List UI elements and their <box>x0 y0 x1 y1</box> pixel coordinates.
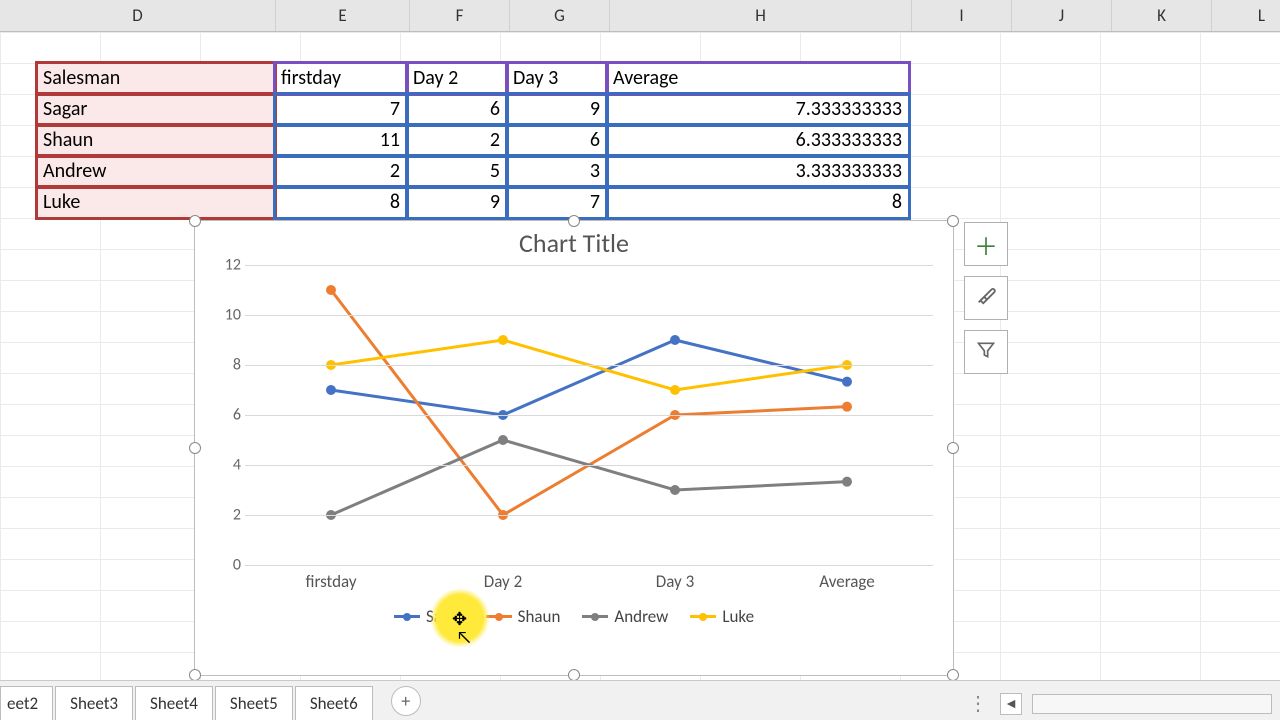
ytick: 10 <box>205 306 241 325</box>
header-average[interactable]: Average <box>607 63 909 94</box>
resize-handle[interactable] <box>947 215 959 227</box>
value-cell[interactable]: 7 <box>275 94 407 125</box>
value-cell[interactable]: 8 <box>607 187 909 218</box>
sheet-tab[interactable]: eet2 <box>0 686 53 720</box>
name-cell[interactable]: Shaun <box>37 125 275 156</box>
col-header-F[interactable]: F <box>410 0 510 31</box>
funnel-icon <box>976 338 996 367</box>
triangle-left-icon: ◄ <box>1004 695 1018 712</box>
table-row[interactable]: Sagar 7 6 9 7.333333333 <box>37 94 909 125</box>
resize-handle[interactable] <box>568 215 580 227</box>
swatch-icon <box>690 615 716 618</box>
header-salesman[interactable]: Salesman <box>37 63 275 94</box>
table-row[interactable]: Shaun 11 2 6 6.333333333 <box>37 125 909 156</box>
col-header-L[interactable]: L <box>1212 0 1280 31</box>
legend-label: Luke <box>722 606 754 627</box>
value-cell[interactable]: 5 <box>407 156 507 187</box>
col-header-I[interactable]: I <box>912 0 1012 31</box>
ytick: 0 <box>205 556 241 575</box>
plot-area[interactable]: 024681012 <box>245 265 933 565</box>
chart-side-buttons: ＋ <box>964 222 1008 374</box>
swatch-icon <box>582 615 608 618</box>
resize-handle[interactable] <box>947 442 959 454</box>
header-day2[interactable]: Day 2 <box>407 63 507 94</box>
value-cell[interactable]: 6 <box>407 94 507 125</box>
chart-filter-button[interactable] <box>964 330 1008 374</box>
value-cell[interactable]: 7.333333333 <box>607 94 909 125</box>
legend-label: Shaun <box>518 606 561 627</box>
xtick: Day 2 <box>417 571 589 592</box>
resize-handle[interactable] <box>189 215 201 227</box>
sheet-tab[interactable]: Sheet5 <box>215 686 293 720</box>
legend-label: Sagar <box>426 606 464 627</box>
data-table[interactable]: Salesman firstday Day 2 Day 3 Average Sa… <box>36 62 909 218</box>
hscroll-track[interactable] <box>1032 694 1272 714</box>
ytick: 2 <box>205 506 241 525</box>
name-cell[interactable]: Luke <box>37 187 275 218</box>
value-cell[interactable]: 11 <box>275 125 407 156</box>
sheet-tab[interactable]: Sheet3 <box>55 686 133 720</box>
value-cell[interactable]: 8 <box>275 187 407 218</box>
value-cell[interactable]: 9 <box>407 187 507 218</box>
sheet-tabstrip: eet2 Sheet3 Sheet4 Sheet5 Sheet6 + ⋮ ◄ <box>0 680 1280 720</box>
swatch-icon <box>486 615 512 618</box>
table-row[interactable]: Andrew 2 5 3 3.333333333 <box>37 156 909 187</box>
col-header-D[interactable]: D <box>0 0 276 31</box>
plus-icon: + <box>401 690 410 712</box>
chart-add-element-button[interactable]: ＋ <box>964 222 1008 266</box>
ytick: 6 <box>205 406 241 425</box>
resize-handle[interactable] <box>189 442 201 454</box>
value-cell[interactable]: 7 <box>507 187 607 218</box>
legend[interactable]: Sagar Shaun Andrew Luke <box>195 606 953 627</box>
value-cell[interactable]: 6 <box>507 125 607 156</box>
x-axis: firstday Day 2 Day 3 Average <box>245 571 933 592</box>
legend-entry[interactable]: Shaun <box>486 606 561 627</box>
ytick: 8 <box>205 356 241 375</box>
plus-icon: ＋ <box>974 227 998 262</box>
sheet-tab[interactable]: Sheet4 <box>135 686 213 720</box>
table-row[interactable]: Luke 8 9 7 8 <box>37 187 909 218</box>
tab-overflow-icon[interactable]: ⋮ <box>968 691 990 716</box>
col-header-J[interactable]: J <box>1012 0 1112 31</box>
legend-label: Andrew <box>614 606 668 627</box>
chart-object[interactable]: Chart Title 024681012 firstday Day 2 Day… <box>194 220 954 676</box>
header-firstday[interactable]: firstday <box>275 63 407 94</box>
name-cell[interactable]: Andrew <box>37 156 275 187</box>
swatch-icon <box>394 615 420 618</box>
chart-title[interactable]: Chart Title <box>195 221 953 261</box>
col-header-E[interactable]: E <box>276 0 410 31</box>
hscroll-left-button[interactable]: ◄ <box>1000 693 1022 715</box>
value-cell[interactable]: 2 <box>275 156 407 187</box>
ytick: 12 <box>205 256 241 275</box>
col-header-H[interactable]: H <box>610 0 912 31</box>
brush-icon <box>975 284 997 313</box>
value-cell[interactable]: 6.333333333 <box>607 125 909 156</box>
ytick: 4 <box>205 456 241 475</box>
value-cell[interactable]: 3 <box>507 156 607 187</box>
header-day3[interactable]: Day 3 <box>507 63 607 94</box>
sheet-tab[interactable]: Sheet6 <box>295 686 373 720</box>
col-header-G[interactable]: G <box>510 0 610 31</box>
legend-entry[interactable]: Luke <box>690 606 754 627</box>
value-cell[interactable]: 2 <box>407 125 507 156</box>
chart-styles-button[interactable] <box>964 276 1008 320</box>
name-cell[interactable]: Sagar <box>37 94 275 125</box>
add-sheet-button[interactable]: + <box>391 686 421 716</box>
legend-entry[interactable]: Sagar <box>394 606 464 627</box>
col-header-K[interactable]: K <box>1112 0 1212 31</box>
legend-entry[interactable]: Andrew <box>582 606 668 627</box>
value-cell[interactable]: 3.333333333 <box>607 156 909 187</box>
worksheet-grid[interactable]: Salesman firstday Day 2 Day 3 Average Sa… <box>0 32 1280 680</box>
value-cell[interactable]: 9 <box>507 94 607 125</box>
xtick: firstday <box>245 571 417 592</box>
xtick: Day 3 <box>589 571 761 592</box>
y-axis: 024681012 <box>205 265 241 565</box>
column-headers: D E F G H I J K L <box>0 0 1280 32</box>
xtick: Average <box>761 571 933 592</box>
